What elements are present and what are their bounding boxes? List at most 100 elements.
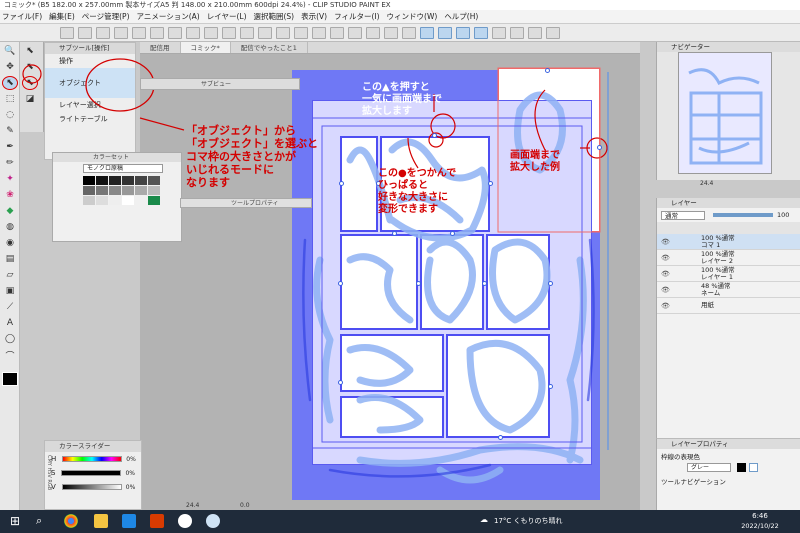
line-color-swatch[interactable] xyxy=(737,463,746,472)
hue-value: 0% xyxy=(126,455,136,463)
line-color-alt-swatch[interactable] xyxy=(749,463,758,472)
color-swatch[interactable] xyxy=(122,196,134,205)
frame-resize-handle[interactable] xyxy=(488,181,493,186)
color-swatch[interactable] xyxy=(135,186,147,195)
color-swatch[interactable] xyxy=(83,176,95,185)
layer-property-panel: レイヤープロパティ 枠線の表現色 グレー ツールナビゲーション xyxy=(656,438,800,510)
hue-slider[interactable] xyxy=(62,456,123,462)
layer-title: ネーム xyxy=(701,288,721,297)
weather-text[interactable]: 17°C くもりのち晴れ xyxy=(494,516,563,526)
color-swatch[interactable] xyxy=(109,186,121,195)
hue-slider-row[interactable]: H 0% xyxy=(45,452,141,466)
frame-resize-handle[interactable] xyxy=(450,231,455,236)
eye-icon[interactable]: 👁 xyxy=(661,238,670,246)
layer-list: 👁 100 %通常 コマ 1 👁 100 %通常 レイヤー 2 👁 100 %通常 レイヤー 1… xyxy=(657,234,800,314)
frame-resize-handle[interactable] xyxy=(392,231,397,236)
color-swatch[interactable] xyxy=(148,196,160,205)
color-swatch[interactable] xyxy=(83,196,95,205)
clip-studio-icon[interactable] xyxy=(178,514,192,528)
saturation-value: 0% xyxy=(125,469,135,477)
frame-resize-handle[interactable] xyxy=(548,281,553,286)
tool-navigation-label: ツールナビゲーション xyxy=(661,478,726,486)
frame-resize-handle[interactable] xyxy=(339,181,344,186)
frame-resize-handle[interactable] xyxy=(432,133,437,138)
circle-note: この●をつかんで ひっぱると 好きな大きさに 変形できます xyxy=(378,168,457,215)
layer-command-row xyxy=(657,222,800,234)
color-swatch-grid xyxy=(83,176,181,205)
frame-resize-handle[interactable] xyxy=(416,281,421,286)
layer-name: 100 %通常 コマ 1 xyxy=(701,234,735,249)
color-swatch[interactable] xyxy=(109,196,121,205)
layer-row[interactable]: 👁 100 %通常 レイヤー 1 xyxy=(657,266,800,282)
office-icon[interactable] xyxy=(150,514,164,528)
color-swatch[interactable] xyxy=(109,176,121,185)
triangle-note: この▲を押すと 一気に画面端まで 拡大します xyxy=(362,82,442,117)
color-swatch[interactable] xyxy=(122,186,134,195)
clock-time[interactable]: 6:46 xyxy=(740,512,780,520)
color-slider-panel: カラースライダー H 0% S 0% V 0% CMY HSV RGB xyxy=(44,440,142,510)
layer-title: レイヤー 1 xyxy=(701,272,734,281)
color-swatch[interactable] xyxy=(148,186,160,195)
layer-title: レイヤー 2 xyxy=(701,256,734,265)
value-slider-row[interactable]: V 0% xyxy=(45,480,141,494)
canvas-zoom-readout[interactable]: 24.4 xyxy=(186,502,199,509)
edge-note: 画面端まで 拡大した例 xyxy=(510,150,560,173)
value-value: 0% xyxy=(125,483,136,491)
layer-title: コマ 1 xyxy=(701,240,721,249)
eye-icon[interactable]: 👁 xyxy=(661,302,670,310)
sub-view-header[interactable]: サブビュー xyxy=(140,78,300,90)
tool-property-header[interactable]: ツールプロパティ xyxy=(180,198,312,208)
color-swatch[interactable] xyxy=(148,176,160,185)
color-swatch[interactable] xyxy=(96,176,108,185)
layer-name: 100 %通常 レイヤー 2 xyxy=(701,250,735,265)
layer-name: 用紙 xyxy=(701,302,714,309)
clip-studio-paint-icon[interactable] xyxy=(206,514,220,528)
opacity-slider[interactable] xyxy=(713,213,773,217)
frame-resize-handle[interactable] xyxy=(548,384,553,389)
navigator-thumbnail[interactable] xyxy=(678,52,772,174)
windows-start-icon[interactable]: ⊞ xyxy=(10,514,24,528)
layer-row[interactable]: 👁 用紙 xyxy=(657,298,800,314)
navigator-zoom[interactable]: 24.4 xyxy=(700,180,713,187)
weather-icon[interactable]: ☁ xyxy=(480,515,488,524)
eye-icon[interactable]: 👁 xyxy=(661,254,670,262)
search-icon[interactable]: ⌕ xyxy=(36,514,50,528)
color-swatch[interactable] xyxy=(135,176,147,185)
layer-title: 用紙 xyxy=(701,301,714,309)
layer-row[interactable]: 👁 100 %通常 コマ 1 xyxy=(657,234,800,250)
color-set-header: カラーセット xyxy=(53,153,181,162)
frame-resize-handle[interactable] xyxy=(597,145,602,150)
layer-panel: レイヤー 通常 100 👁 100 %通常 コマ 1 👁 100 %通常 レイヤー 2 👁 1… xyxy=(656,198,800,438)
blend-mode-select[interactable]: 通常 xyxy=(661,210,705,220)
line-color-select[interactable]: グレー xyxy=(687,463,731,472)
eye-icon[interactable]: 👁 xyxy=(661,286,670,294)
color-swatch[interactable] xyxy=(96,196,108,205)
layer-row[interactable]: 👁 48 %通常 ネーム xyxy=(657,282,800,298)
layer-name: 100 %通常 レイヤー 1 xyxy=(701,266,735,281)
mail-icon[interactable] xyxy=(122,514,136,528)
eye-icon[interactable]: 👁 xyxy=(661,270,670,278)
frame-resize-handle[interactable] xyxy=(338,281,343,286)
color-swatch[interactable] xyxy=(122,176,134,185)
value-slider[interactable] xyxy=(61,484,122,490)
sub-tool-header: サブツール[操作] xyxy=(45,43,135,54)
color-swatch[interactable] xyxy=(83,186,95,195)
color-swatch[interactable] xyxy=(96,186,108,195)
saturation-slider[interactable] xyxy=(61,470,122,476)
color-set-dropdown[interactable]: モノクロ原稿 xyxy=(83,164,163,173)
layer-property-header: レイヤープロパティ xyxy=(657,439,800,449)
color-swatch[interactable] xyxy=(135,196,147,205)
color-set-panel: カラーセット モノクロ原稿 xyxy=(52,152,182,242)
frame-resize-handle[interactable] xyxy=(498,435,503,440)
frame-resize-handle[interactable] xyxy=(545,68,550,73)
frame-resize-handle[interactable] xyxy=(482,281,487,286)
line-color-label: 枠線の表現色 xyxy=(661,453,700,461)
explorer-icon[interactable] xyxy=(94,514,108,528)
color-mode-tabs[interactable]: CMY HSV RGB xyxy=(46,455,52,490)
layer-row[interactable]: 👁 100 %通常 レイヤー 2 xyxy=(657,250,800,266)
frame-resize-handle[interactable] xyxy=(338,380,343,385)
saturation-slider-row[interactable]: S 0% xyxy=(45,466,141,480)
chrome-icon[interactable] xyxy=(64,514,78,528)
canvas-angle-readout[interactable]: 0.0 xyxy=(240,502,250,509)
clock-date[interactable]: 2022/10/22 xyxy=(734,522,786,530)
